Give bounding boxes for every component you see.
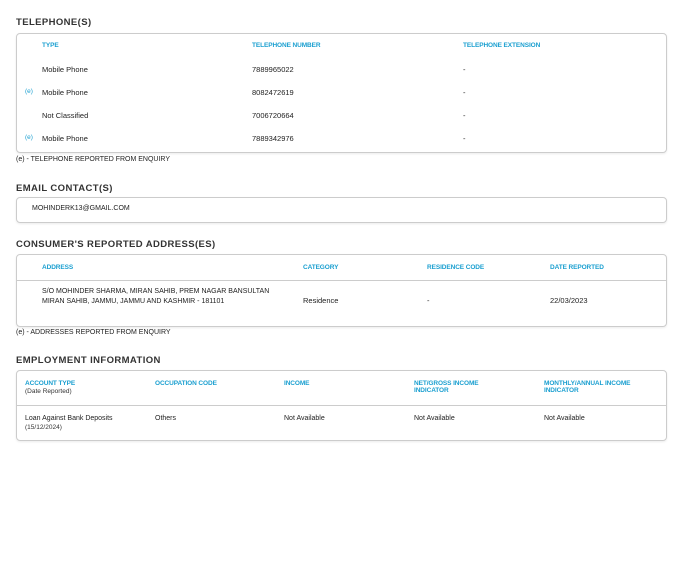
account-date: (15/12/2024) [25,424,62,431]
header-account-type: ACCOUNT TYPE [25,380,76,387]
addresses-table: ADDRESS CATEGORY RESIDENCE CODE DATE REP… [16,254,667,327]
enquiry-flag: (e) [25,134,33,141]
income: Not Available [284,415,325,422]
addresses-note: (e) - ADDRESSES REPORTED FROM ENQUIRY [16,329,171,336]
email-box: MOHINDERK13@GMAIL.COM [16,197,667,223]
phone-number: 7006720664 [252,111,294,120]
residence-code: - [427,296,430,305]
addresses-title: CONSUMER'S REPORTED ADDRESS(ES) [16,239,216,250]
phone-extension: - [463,65,466,74]
header-telephone-extension: TELEPHONE EXTENSION [463,42,541,49]
employment-table: ACCOUNT TYPE (Date Reported) OCCUPATION … [16,370,667,441]
account-type: Loan Against Bank Deposits [25,415,113,422]
phone-number: 7889342976 [252,134,294,143]
telephones-title: TELEPHONE(S) [16,17,92,28]
header-address: ADDRESS [42,264,74,271]
header-occupation-code: OCCUPATION CODE [155,380,217,387]
header-category: CATEGORY [303,264,339,271]
header-divider [17,405,666,406]
phone-type: Mobile Phone [42,65,88,74]
phone-number: 7889965022 [252,65,294,74]
header-date-reported: (Date Reported) [25,388,72,395]
phone-type: Mobile Phone [42,88,88,97]
monthly-annual-indicator: Not Available [544,415,585,422]
employment-title: EMPLOYMENT INFORMATION [16,355,161,366]
header-residence-code: RESIDENCE CODE [427,264,485,271]
header-monthly-annual: MONTHLY/ANNUAL INCOME INDICATOR [544,380,631,394]
address-text: S/O MOHINDER SHARMA, MIRAN SAHIB, PREM N… [42,288,270,305]
net-gross-indicator: Not Available [414,415,455,422]
phone-extension: - [463,111,466,120]
telephones-table: TYPE TELEPHONE NUMBER TELEPHONE EXTENSIO… [16,33,667,153]
phone-type: Not Classified [42,111,89,120]
phone-number: 8082472619 [252,88,294,97]
phone-extension: - [463,88,466,97]
date-reported: 22/03/2023 [550,296,588,305]
email-title: EMAIL CONTACT(S) [16,183,113,194]
phone-type: Mobile Phone [42,134,88,143]
header-divider [17,280,666,281]
email-value: MOHINDERK13@GMAIL.COM [32,205,130,212]
enquiry-flag: (e) [25,88,33,95]
phone-extension: - [463,134,466,143]
header-type: TYPE [42,42,59,49]
header-net-gross: NET/GROSS INCOME INDICATOR [414,380,479,394]
header-date-reported: DATE REPORTED [550,264,604,271]
address-category: Residence [303,296,339,305]
header-income: INCOME [284,380,310,387]
occupation: Others [155,415,177,422]
telephones-note: (e) - TELEPHONE REPORTED FROM ENQUIRY [16,156,171,163]
header-telephone-number: TELEPHONE NUMBER [252,42,321,49]
